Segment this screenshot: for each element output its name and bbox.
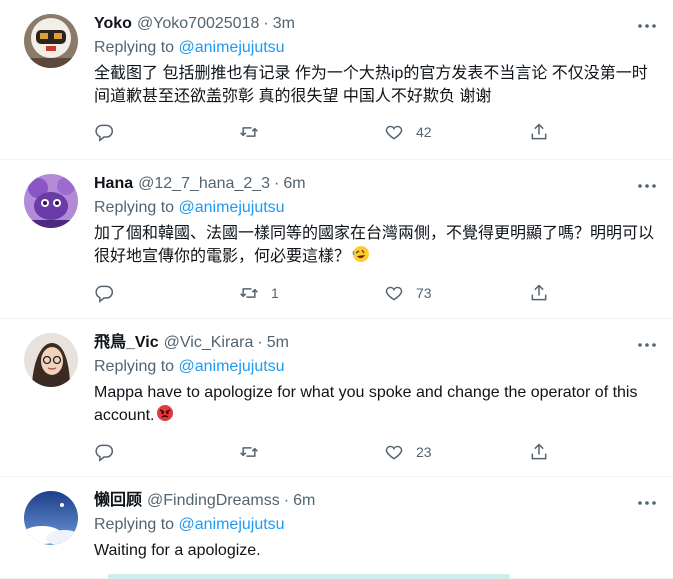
timestamp[interactable]: 5m bbox=[267, 333, 289, 353]
tweet-yoko[interactable]: Yoko @Yoko70025018 · 3m Replying to @ani… bbox=[0, 0, 673, 160]
reply-button[interactable] bbox=[94, 122, 239, 142]
like-count: 23 bbox=[416, 444, 432, 460]
author-name[interactable]: Hana bbox=[94, 174, 133, 194]
reply-button[interactable] bbox=[94, 283, 239, 303]
purple-character-avatar-icon bbox=[24, 174, 78, 228]
author-handle[interactable]: @Vic_Kirara bbox=[164, 333, 254, 353]
share-button[interactable] bbox=[529, 122, 559, 142]
tweet-finding-dreams[interactable]: 懒回顾 @FindingDreamss · 6m Replying to @an… bbox=[0, 477, 673, 579]
separator-dot: · bbox=[283, 492, 290, 509]
like-count: 42 bbox=[416, 124, 432, 140]
reply-icon bbox=[95, 124, 114, 142]
reply-prefix: Replying to bbox=[94, 199, 175, 216]
replying-to: Replying to @animejujutsu bbox=[94, 357, 657, 377]
tweet-text: 加了個和韓國、法國一樣同等的國家在台灣兩側，不覺得更明顯了嗎？明明可以很好地宣傳… bbox=[94, 225, 655, 265]
reply-prefix: Replying to bbox=[94, 516, 175, 533]
reply-prefix: Replying to bbox=[94, 358, 175, 375]
avatar[interactable] bbox=[24, 333, 78, 387]
separator-dot: · bbox=[257, 334, 263, 351]
tweet-actions: 23 bbox=[94, 442, 584, 462]
more-options-icon[interactable] bbox=[637, 176, 657, 196]
retweet-icon bbox=[240, 127, 258, 137]
avatar[interactable] bbox=[24, 14, 78, 68]
share-button[interactable] bbox=[529, 442, 559, 462]
angry-face-emoji-icon bbox=[156, 404, 174, 429]
timestamp[interactable]: 3m bbox=[273, 14, 295, 34]
author-handle[interactable]: @12_7_hana_2_3 bbox=[138, 174, 270, 194]
retweet-icon bbox=[240, 288, 258, 298]
like-count: 73 bbox=[416, 285, 432, 301]
reply-prefix: Replying to bbox=[94, 39, 175, 56]
replying-to: Replying to @animejujutsu bbox=[94, 38, 657, 58]
author-name[interactable]: 飛鳥_Vic bbox=[94, 333, 159, 353]
share-button[interactable] bbox=[529, 283, 559, 303]
author-name[interactable]: Yoko bbox=[94, 14, 132, 34]
share-icon bbox=[531, 123, 547, 140]
more-options-icon[interactable] bbox=[637, 335, 657, 355]
rofl-emoji-icon bbox=[352, 245, 370, 270]
tweet-actions: 42 bbox=[94, 122, 584, 142]
like-button[interactable]: 42 bbox=[384, 122, 529, 142]
timestamp[interactable]: 6m bbox=[293, 491, 315, 511]
mention-link[interactable]: @animejujutsu bbox=[179, 199, 285, 216]
retweet-button[interactable] bbox=[239, 442, 384, 462]
author-name[interactable]: 懒回顾 bbox=[94, 491, 142, 511]
tweet-text-wrapper: 加了個和韓國、法國一樣同等的國家在台灣兩側，不覺得更明顯了嗎？明明可以很好地宣傳… bbox=[94, 222, 657, 270]
tweet-text-wrapper: Mappa have to apologize for what you spo… bbox=[94, 381, 657, 429]
tweet-text: Mappa have to apologize for what you spo… bbox=[94, 384, 638, 424]
separator-dot: · bbox=[274, 175, 280, 192]
retweet-count: 1 bbox=[271, 285, 279, 301]
separator-dot: · bbox=[263, 15, 269, 32]
author-handle[interactable]: @Yoko70025018 bbox=[137, 14, 259, 34]
reply-icon bbox=[95, 444, 114, 462]
timestamp[interactable]: 6m bbox=[283, 174, 305, 194]
avatar[interactable] bbox=[24, 174, 78, 228]
helmet-avatar-icon bbox=[24, 14, 78, 68]
retweet-button[interactable] bbox=[239, 122, 384, 142]
mention-link[interactable]: @animejujutsu bbox=[179, 358, 285, 375]
tweet-text: 全截图了 包括删推也有记录 作为一个大热ip的官方发表不当言论 不仅没第一时间道… bbox=[94, 65, 648, 105]
photo-avatar-icon bbox=[24, 333, 78, 387]
heart-icon bbox=[385, 125, 403, 140]
tweet-vic[interactable]: 飛鳥_Vic @Vic_Kirara · 5m Replying to @ani… bbox=[0, 319, 673, 477]
like-button[interactable]: 73 bbox=[384, 283, 529, 303]
tweet-hana[interactable]: Hana @12_7_hana_2_3 · 6m Replying to @an… bbox=[0, 160, 673, 319]
avatar[interactable] bbox=[24, 491, 78, 545]
mention-link[interactable]: @animejujutsu bbox=[179, 516, 285, 533]
author-handle[interactable]: @FindingDreamss bbox=[147, 491, 280, 511]
mention-link[interactable]: @animejujutsu bbox=[179, 39, 285, 56]
share-icon bbox=[531, 443, 547, 460]
reply-timeline: Yoko @Yoko70025018 · 3m Replying to @ani… bbox=[0, 0, 673, 579]
replying-to: Replying to @animejujutsu bbox=[94, 515, 657, 535]
reply-button[interactable] bbox=[94, 442, 239, 462]
like-button[interactable]: 23 bbox=[384, 442, 529, 462]
heart-icon bbox=[385, 286, 403, 301]
share-icon bbox=[531, 284, 547, 301]
embedded-media-edge bbox=[108, 574, 510, 579]
more-options-icon[interactable] bbox=[637, 493, 657, 513]
more-options-icon[interactable] bbox=[637, 16, 657, 36]
heart-icon bbox=[385, 445, 403, 460]
retweet-icon bbox=[240, 447, 258, 457]
tweet-text: Waiting for a apologize. bbox=[94, 542, 261, 559]
sky-avatar-icon bbox=[24, 491, 78, 545]
reply-icon bbox=[95, 285, 114, 303]
tweet-actions: 1 73 bbox=[94, 283, 584, 303]
replying-to: Replying to @animejujutsu bbox=[94, 198, 657, 218]
retweet-button[interactable]: 1 bbox=[239, 283, 384, 303]
